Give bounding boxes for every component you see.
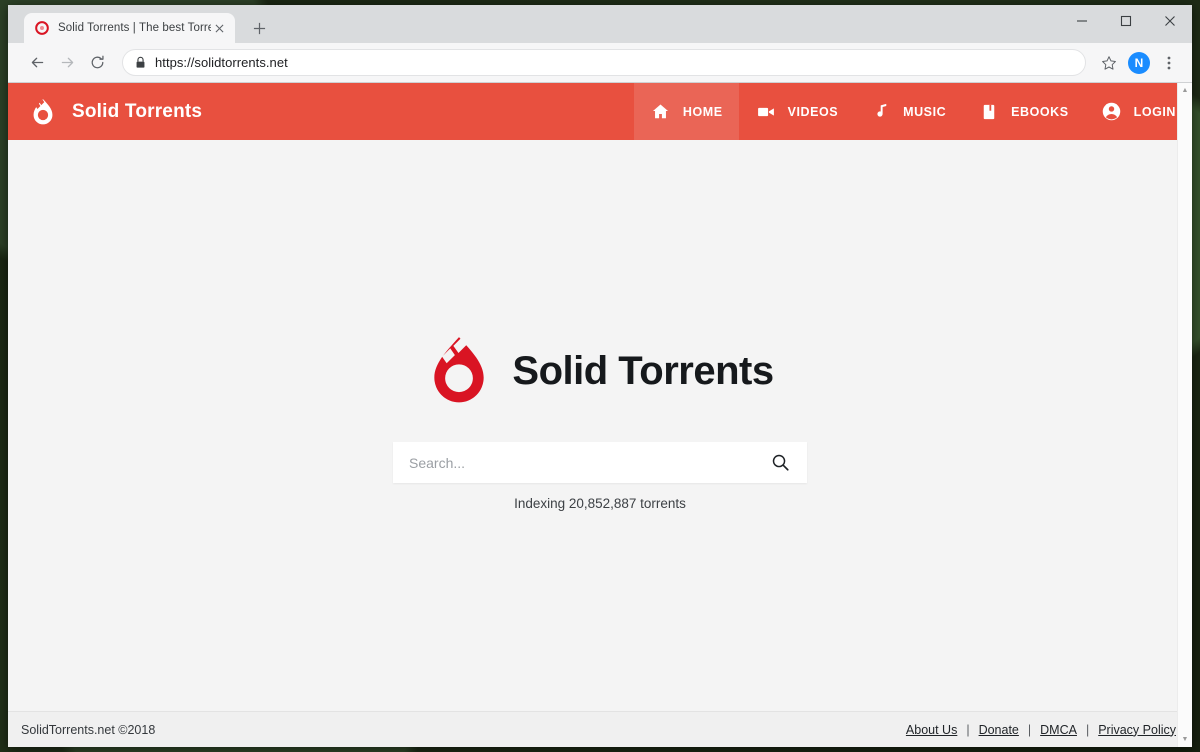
address-bar-url: https://solidtorrents.net <box>155 55 288 70</box>
account-icon <box>1101 101 1123 123</box>
footer-link-privacy-policy[interactable]: Privacy Policy <box>1098 723 1176 737</box>
nav-item-home[interactable]: HOME <box>633 83 739 140</box>
search-bar[interactable] <box>393 442 807 483</box>
close-window-button[interactable] <box>1148 5 1192 37</box>
nav-label-videos: VIDEOS <box>787 104 839 119</box>
video-icon <box>755 101 777 123</box>
nav-item-music[interactable]: MUSIC <box>854 83 962 140</box>
back-arrow-icon[interactable] <box>22 48 52 78</box>
forward-arrow-icon[interactable] <box>52 48 82 78</box>
new-tab-button[interactable] <box>245 14 273 42</box>
footer-links: About Us | Donate | DMCA | Privacy Polic… <box>906 723 1176 737</box>
page-content: Solid Torrents Indexing 20,852,887 torre… <box>8 140 1192 711</box>
footer-link-donate[interactable]: Donate <box>979 723 1019 737</box>
solid-torrents-logo-large <box>426 334 492 408</box>
indexing-status: Indexing 20,852,887 torrents <box>514 496 686 511</box>
search-input[interactable] <box>407 453 767 472</box>
minimize-button[interactable] <box>1060 5 1104 37</box>
browser-tab-title: Solid Torrents | The best Torrent <box>58 22 211 34</box>
book-icon <box>978 101 1000 123</box>
nav-label-music: MUSIC <box>903 104 947 119</box>
page-scrollbar[interactable]: ▲ ▼ <box>1177 83 1192 747</box>
nav-item-login[interactable]: LOGIN <box>1085 83 1192 140</box>
nav-item-ebooks[interactable]: EBOOKS <box>962 83 1084 140</box>
home-icon <box>650 101 672 123</box>
site-header: Solid Torrents HOME VIDEOS MUSIC EBOOKS … <box>8 83 1192 140</box>
footer-link-dmca[interactable]: DMCA <box>1040 723 1077 737</box>
window-controls <box>1060 5 1192 37</box>
star-icon[interactable] <box>1094 48 1124 78</box>
site-brand-text: Solid Torrents <box>72 100 203 122</box>
footer-link-about-us[interactable]: About Us <box>906 723 957 737</box>
scrollbar-up-arrow-icon[interactable]: ▲ <box>1178 83 1192 98</box>
music-icon <box>870 101 892 123</box>
hero-logo: Solid Torrents <box>426 334 774 408</box>
browser-toolbar: https://solidtorrents.net N <box>8 43 1192 83</box>
three-dot-menu-icon[interactable] <box>1154 48 1184 78</box>
nav-label-home: HOME <box>682 104 723 119</box>
solid-torrents-favicon <box>34 20 50 36</box>
nav-item-videos[interactable]: VIDEOS <box>739 83 855 140</box>
footer-separator: | <box>1027 722 1032 737</box>
nav-label-ebooks: EBOOKS <box>1011 104 1069 119</box>
site-nav: HOME VIDEOS MUSIC EBOOKS LOGIN <box>633 83 1192 140</box>
tab-close-icon[interactable] <box>211 20 227 36</box>
hero-wordmark: Solid Torrents <box>512 348 774 393</box>
nav-label-login: LOGIN <box>1133 104 1176 119</box>
scrollbar-down-arrow-icon[interactable]: ▼ <box>1178 732 1192 747</box>
footer-separator: | <box>1085 722 1090 737</box>
reload-icon[interactable] <box>82 48 112 78</box>
search-icon[interactable] <box>767 450 793 476</box>
lock-icon <box>135 56 146 69</box>
solid-torrents-logo <box>28 97 58 127</box>
browser-window: Solid Torrents | The best Torrent https:… <box>8 5 1192 747</box>
maximize-button[interactable] <box>1104 5 1148 37</box>
site-footer: SolidTorrents.net ©2018 About Us | Donat… <box>8 711 1192 747</box>
browser-tab[interactable]: Solid Torrents | The best Torrent <box>24 13 235 43</box>
site-brand[interactable]: Solid Torrents <box>28 97 202 127</box>
footer-separator: | <box>966 722 970 737</box>
profile-avatar[interactable]: N <box>1128 51 1150 74</box>
footer-copyright: SolidTorrents.net ©2018 <box>21 722 156 737</box>
browser-tab-strip: Solid Torrents | The best Torrent <box>8 5 1192 43</box>
address-bar[interactable]: https://solidtorrents.net <box>122 49 1086 76</box>
page-viewport: Solid Torrents HOME VIDEOS MUSIC EBOOKS … <box>8 83 1192 747</box>
